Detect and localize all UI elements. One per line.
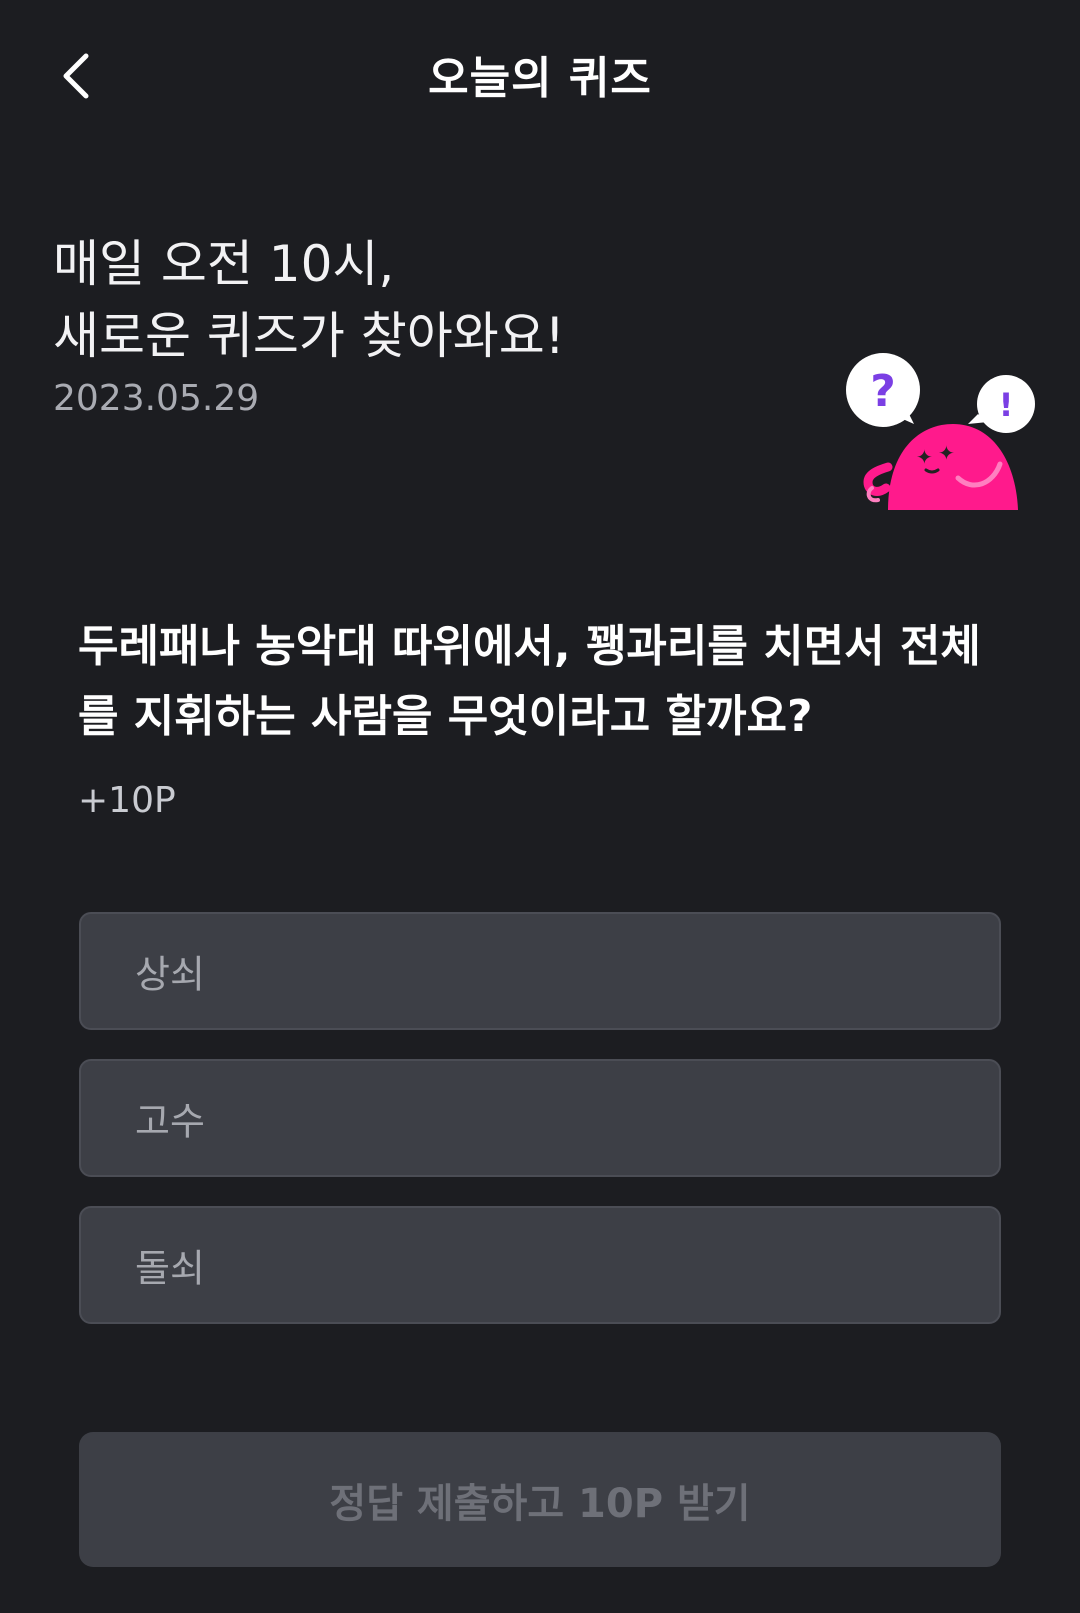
question-mark: ? [870,366,896,417]
pink-character-icon: ✦ ✦ [863,424,1018,510]
answer-option-1[interactable]: 상쇠 [79,912,1001,1030]
answer-option-label: 돌쇠 [135,1246,205,1291]
question-line-1: 두레패나 농악대 따위에서, 꽹과리를 치면서 전체 [78,621,981,672]
exclamation-bubble-icon: ! [968,375,1035,433]
quiz-date: 2023.05.29 [53,378,260,419]
answer-option-3[interactable]: 돌쇠 [79,1206,1001,1324]
svg-text:✦: ✦ [938,441,955,465]
answer-option-2[interactable]: 고수 [79,1059,1001,1177]
exclamation-mark: ! [999,386,1014,424]
submit-button-label: 정답 제출하고 10P 받기 [329,1480,751,1527]
answer-option-label: 상쇠 [135,952,205,997]
intro-line-2: 새로운 퀴즈가 찾아와요! [53,307,565,365]
question-bubble-icon: ? [846,353,920,427]
intro-text: 매일 오전 10시, 새로운 퀴즈가 찾아와요! [53,228,565,372]
mascot-illustration: ? ! ✦ ✦ [846,353,1035,510]
svg-text:✦: ✦ [916,445,933,469]
app-header: 오늘의 퀴즈 [0,0,1080,150]
page-title: 오늘의 퀴즈 [428,53,652,104]
quiz-question: 두레패나 농악대 따위에서, 꽹과리를 치면서 전체 를 지휘하는 사람을 무엇… [78,612,1018,752]
intro-line-1: 매일 오전 10시, [53,235,395,293]
question-line-2: 를 지휘하는 사람을 무엇이라고 할까요? [78,691,813,742]
answer-option-label: 고수 [135,1099,205,1144]
submit-answer-button[interactable]: 정답 제출하고 10P 받기 [79,1432,1001,1567]
points-reward: +10P [78,780,176,821]
